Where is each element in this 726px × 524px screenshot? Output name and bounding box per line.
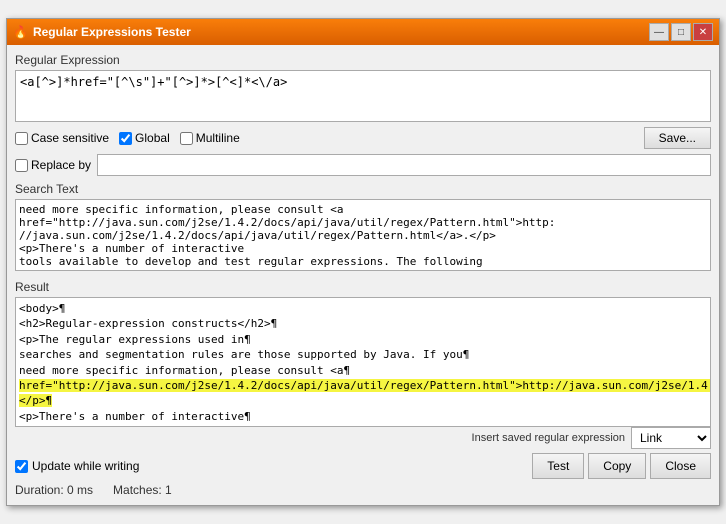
result-line: <p>The regular expressions used in¶ (19, 332, 707, 347)
main-window: 🔥 Regular Expressions Tester — □ ✕ Regul… (6, 18, 720, 506)
search-text-area[interactable] (15, 199, 711, 271)
minimize-button[interactable]: — (649, 23, 669, 41)
result-line: <body>¶ (19, 301, 707, 316)
result-line: need more specific information, please c… (19, 363, 707, 378)
test-button[interactable]: Test (532, 453, 584, 479)
result-line: searches and segmentation rules are thos… (19, 347, 707, 362)
multiline-checkbox-label[interactable]: Multiline (180, 131, 240, 145)
title-bar: 🔥 Regular Expressions Tester — □ ✕ (7, 19, 719, 45)
insert-row: Insert saved regular expression Link (15, 427, 711, 449)
duration-label: Duration: 0 ms (15, 483, 93, 497)
regex-section-label: Regular Expression (15, 53, 711, 67)
title-bar-left: 🔥 Regular Expressions Tester (13, 25, 191, 39)
result-label: Result (15, 280, 711, 294)
result-line: href="http://java.sun.com/j2se/1.4.2/doc… (19, 378, 707, 409)
regex-input[interactable]: <a[^>]*href="[^\s"]+"[^>]*>[^<]*<\/a> (15, 70, 711, 122)
case-sensitive-checkbox-label[interactable]: Case sensitive (15, 131, 109, 145)
matches-label: Matches: 1 (113, 483, 172, 497)
global-label: Global (135, 131, 170, 145)
replace-by-checkbox[interactable] (15, 159, 28, 172)
case-sensitive-checkbox[interactable] (15, 132, 28, 145)
window-close-button[interactable]: ✕ (693, 23, 713, 41)
multiline-checkbox[interactable] (180, 132, 193, 145)
action-buttons: Test Copy Close (532, 453, 711, 479)
update-while-writing-label: Update while writing (32, 459, 139, 473)
footer-row: Update while writing Test Copy Close (15, 453, 711, 479)
maximize-button[interactable]: □ (671, 23, 691, 41)
window-body: Regular Expression <a[^>]*href="[^\s"]+"… (7, 45, 719, 505)
title-controls: — □ ✕ (649, 23, 713, 41)
copy-button[interactable]: Copy (588, 453, 646, 479)
status-row: Duration: 0 ms Matches: 1 (15, 483, 711, 497)
global-checkbox-label[interactable]: Global (119, 131, 170, 145)
replace-by-label: Replace by (31, 158, 91, 172)
replace-by-checkbox-label[interactable]: Replace by (15, 158, 91, 172)
insert-select[interactable]: Link (631, 427, 711, 449)
options-row: Case sensitive Global Multiline Save... (15, 127, 711, 149)
save-button[interactable]: Save... (644, 127, 711, 149)
result-line: <h2>Regular-expression constructs</h2>¶ (19, 316, 707, 331)
global-checkbox[interactable] (119, 132, 132, 145)
multiline-label: Multiline (196, 131, 240, 145)
update-row: Update while writing (15, 459, 139, 473)
result-area[interactable]: <body>¶<h2>Regular-expression constructs… (15, 297, 711, 427)
window-title: Regular Expressions Tester (33, 25, 191, 39)
highlighted-match: href="http://java.sun.com/j2se/1.4.2/doc… (19, 379, 711, 407)
search-text-label: Search Text (15, 182, 711, 196)
close-button[interactable]: Close (650, 453, 711, 479)
case-sensitive-label: Case sensitive (31, 131, 109, 145)
update-while-writing-checkbox[interactable] (15, 460, 28, 473)
window-icon: 🔥 (13, 25, 28, 39)
result-line: <p>There's a number of interactive¶ (19, 409, 707, 424)
replace-by-input[interactable] (97, 154, 711, 176)
insert-saved-label: Insert saved regular expression (472, 432, 625, 444)
replace-row: Replace by (15, 154, 711, 176)
